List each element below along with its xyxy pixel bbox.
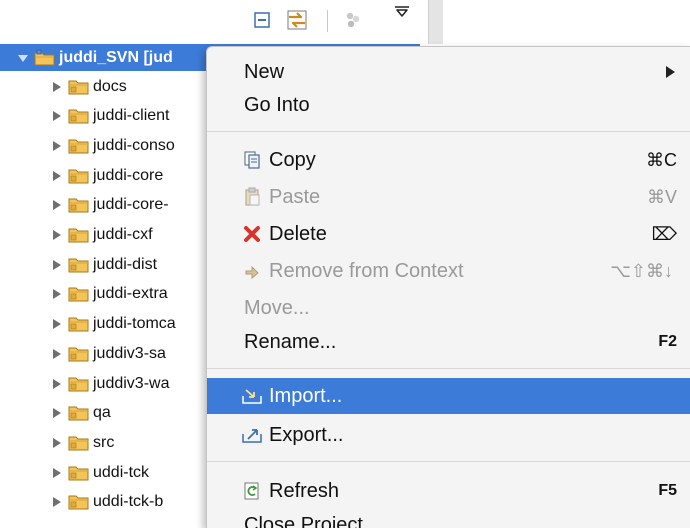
folder-icon: [68, 137, 90, 155]
menu-item-refresh[interactable]: Refresh F5: [207, 473, 690, 509]
tree-item-label: uddi-tck-b: [93, 493, 163, 511]
menu-item-new[interactable]: New: [207, 54, 690, 90]
menu-item-label: Refresh: [269, 480, 339, 503]
tree-item-label: juddi-cxf: [93, 226, 153, 244]
toolbar-separator: [327, 10, 328, 32]
paste-icon: [241, 187, 263, 207]
shortcut-label: ⌦: [652, 224, 677, 245]
menu-item-label: Move...: [244, 297, 310, 320]
menu-item-go-into[interactable]: Go Into: [207, 87, 690, 123]
menu-item-label: Remove from Context: [269, 260, 464, 283]
menu-item-label: Close Project: [244, 514, 363, 528]
folder-icon: [68, 107, 90, 125]
tree-item-label: juddiv3-wa: [93, 375, 169, 393]
collapse-all-icon[interactable]: [250, 8, 274, 32]
refresh-icon: [241, 481, 263, 501]
import-icon: [241, 386, 263, 406]
menu-item-label: Export...: [269, 424, 343, 447]
menu-separator: [207, 368, 690, 369]
shortcut-label: F2: [658, 333, 677, 351]
export-icon: [241, 425, 263, 445]
project-folder-icon: [34, 49, 56, 67]
folder-icon: [68, 315, 90, 333]
submenu-arrow-icon: [666, 66, 675, 78]
menu-item-label: Rename...: [244, 331, 336, 354]
twisty-collapsed-icon[interactable]: [50, 406, 64, 420]
tree-item-label: juddi-dist: [93, 256, 157, 274]
menu-item-label: Paste: [269, 186, 320, 209]
shortcut-label: F5: [658, 482, 677, 500]
twisty-collapsed-icon[interactable]: [50, 347, 64, 361]
tree-item-label: juddi_SVN [jud: [59, 49, 173, 67]
twisty-collapsed-icon[interactable]: [50, 139, 64, 153]
twisty-expanded-icon[interactable]: [16, 51, 30, 65]
tree-item-label: uddi-tck: [93, 464, 149, 482]
twisty-collapsed-icon[interactable]: [50, 495, 64, 509]
folder-icon: [68, 78, 90, 96]
menu-item-copy[interactable]: Copy ⌘C: [207, 142, 690, 178]
view-toolbar: [0, 0, 690, 44]
menu-item-move: Move...: [207, 290, 690, 326]
tree-item-label: src: [93, 434, 114, 452]
folder-icon: [68, 404, 90, 422]
tree-item-label: juddiv3-sa: [93, 345, 166, 363]
twisty-collapsed-icon[interactable]: [50, 228, 64, 242]
focus-icon[interactable]: [341, 8, 365, 32]
context-menu: New Go Into Copy ⌘C Paste ⌘V: [206, 46, 690, 528]
tree-item-label: qa: [93, 404, 111, 422]
tree-item-label: juddi-extra: [93, 285, 168, 303]
menu-item-label: Copy: [269, 149, 316, 172]
panel-divider: [428, 0, 443, 44]
folder-icon: [68, 434, 90, 452]
menu-item-label: Go Into: [244, 94, 310, 117]
menu-item-rename[interactable]: Rename... F2: [207, 324, 690, 360]
twisty-collapsed-icon[interactable]: [50, 377, 64, 391]
tree-item-label: juddi-core-: [93, 196, 169, 214]
copy-icon: [241, 150, 263, 170]
twisty-collapsed-icon[interactable]: [50, 198, 64, 212]
folder-icon: [68, 167, 90, 185]
folder-icon: [68, 196, 90, 214]
menu-item-export[interactable]: Export...: [207, 417, 690, 453]
menu-item-close-project[interactable]: Close Project: [207, 507, 690, 528]
shortcut-label: ⌘V: [647, 187, 677, 208]
folder-icon: [68, 345, 90, 363]
twisty-collapsed-icon[interactable]: [50, 287, 64, 301]
shortcut-label: ⌥⇧⌘↓: [610, 261, 673, 282]
menu-item-remove-from-context: Remove from Context ⌥⇧⌘↓: [207, 253, 690, 289]
shortcut-label: ⌘C: [646, 150, 677, 171]
menu-separator: [207, 461, 690, 462]
twisty-collapsed-icon[interactable]: [50, 258, 64, 272]
twisty-collapsed-icon[interactable]: [50, 466, 64, 480]
folder-icon: [68, 256, 90, 274]
folder-icon: [68, 285, 90, 303]
menu-item-label: Delete: [269, 223, 327, 246]
tree-item-label: juddi-conso: [93, 137, 175, 155]
delete-icon: [241, 224, 263, 244]
link-with-editor-icon[interactable]: [285, 8, 309, 32]
twisty-collapsed-icon[interactable]: [50, 436, 64, 450]
view-menu-icon[interactable]: [390, 0, 414, 24]
twisty-collapsed-icon[interactable]: [50, 109, 64, 123]
folder-icon: [68, 375, 90, 393]
menu-item-label: Import...: [269, 385, 342, 408]
tree-item-label: juddi-client: [93, 107, 169, 125]
tree-item-label: juddi-tomca: [93, 315, 176, 333]
menu-separator: [207, 131, 690, 132]
tree-item-label: juddi-core: [93, 167, 163, 185]
folder-icon: [68, 493, 90, 511]
twisty-collapsed-icon[interactable]: [50, 169, 64, 183]
menu-item-import[interactable]: Import...: [207, 378, 690, 414]
twisty-collapsed-icon[interactable]: [50, 80, 64, 94]
folder-icon: [68, 464, 90, 482]
twisty-collapsed-icon[interactable]: [50, 317, 64, 331]
menu-item-paste: Paste ⌘V: [207, 179, 690, 215]
tree-item-label: docs: [93, 78, 127, 96]
remove-context-icon: [241, 261, 263, 281]
menu-item-label: New: [244, 61, 284, 84]
menu-item-delete[interactable]: Delete ⌦: [207, 216, 690, 252]
folder-icon: [68, 226, 90, 244]
